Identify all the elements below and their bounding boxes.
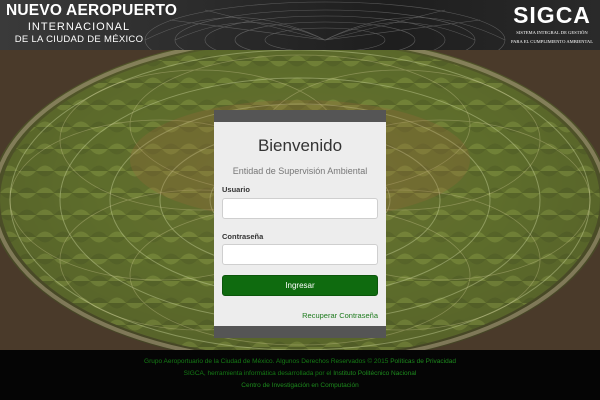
recover-password-link[interactable]: Recuperar Contraseña — [302, 311, 378, 320]
sigca-subtitle-1: SISTEMA INTEGRAL DE GESTIÓN — [516, 30, 588, 35]
welcome-title: Bienvenido — [257, 136, 343, 155]
sigca-logo-text: SIGCA — [513, 2, 591, 28]
brand-line-3: DE LA CIUDAD DE MÉXICO — [14, 33, 144, 45]
password-input[interactable] — [222, 244, 378, 265]
footer-line-1: Grupo Aeroportuario de la Ciudad de Méxi… — [0, 356, 600, 368]
brand-line-2: INTERNACIONAL — [27, 20, 131, 33]
page-footer: Grupo Aeroportuario de la Ciudad de Méxi… — [0, 350, 600, 400]
login-submit-button[interactable]: Ingresar — [222, 275, 378, 296]
developer-credit-text: SIGCA, herramienta informática desarroll… — [183, 370, 332, 377]
ipn-link[interactable]: Instituto Politécnico Nacional — [333, 370, 416, 377]
username-input[interactable] — [222, 198, 378, 219]
sigca-subtitle-2: PARA EL CUMPLIMIENTO AMBIENTAL — [510, 38, 594, 44]
copyright-text: Grupo Aeroportuario de la Ciudad de Méxi… — [144, 358, 389, 365]
username-label: Usuario — [222, 185, 250, 194]
top-banner: NUEVO AEROPUERTO INTERNACIONAL DE LA CIU… — [0, 0, 600, 50]
brand-line-1: NUEVO AEROPUERTO — [6, 2, 178, 19]
cic-link[interactable]: Centro de Investigación en Computación — [241, 382, 358, 389]
login-subtitle: Entidad de Supervisión Ambiental — [232, 166, 368, 176]
login-panel: Bienvenido Entidad de Supervisión Ambien… — [214, 110, 386, 338]
privacy-policy-link[interactable]: Políticas de Privacidad — [390, 358, 456, 365]
footer-line-3: Centro de Investigación en Computación — [0, 380, 600, 392]
roof-structure-decoration — [144, 1, 506, 50]
footer-line-2: SIGCA, herramienta informática desarroll… — [0, 368, 600, 380]
password-label: Contraseña — [222, 232, 264, 241]
naicm-logo: NUEVO AEROPUERTO INTERNACIONAL DE LA CIU… — [6, 2, 178, 45]
sigca-logo: SIGCA SISTEMA INTEGRAL DE GESTIÓN PARA E… — [509, 4, 595, 44]
